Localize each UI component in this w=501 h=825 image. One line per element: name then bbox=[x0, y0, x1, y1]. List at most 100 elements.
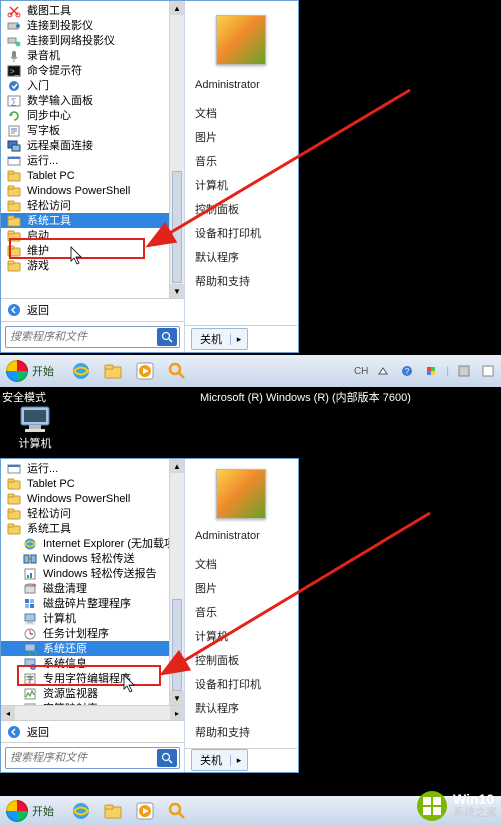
program-item[interactable]: 轻松访问 bbox=[1, 506, 184, 521]
ie-taskbar-icon[interactable] bbox=[68, 359, 94, 383]
folder-icon bbox=[7, 522, 21, 536]
program-item[interactable]: 系统还原 bbox=[1, 641, 184, 656]
scroll-right-icon[interactable]: ▸ bbox=[170, 706, 184, 720]
search-input[interactable] bbox=[8, 751, 157, 765]
program-item[interactable]: Windows 轻松传送报告 bbox=[1, 566, 184, 581]
right-panel-link[interactable]: 计算机 bbox=[185, 173, 297, 197]
right-panel-link[interactable]: 控制面板 bbox=[185, 197, 297, 221]
scrollbar-horizontal[interactable]: ◂ ▸ bbox=[1, 705, 184, 720]
tray-icon-generic2[interactable] bbox=[479, 362, 497, 380]
shutdown-button[interactable]: 关机 ▸ bbox=[191, 749, 248, 771]
program-item[interactable]: 计算机 bbox=[1, 611, 184, 626]
program-item[interactable]: 截图工具 bbox=[1, 3, 184, 18]
program-item[interactable]: 游戏 bbox=[1, 258, 184, 273]
program-item[interactable]: 字专用字符编辑程序 bbox=[1, 671, 184, 686]
program-item[interactable]: Internet Explorer (无加载项) bbox=[1, 536, 184, 551]
magnifier-taskbar-icon[interactable] bbox=[164, 359, 190, 383]
tray-flag-icon[interactable] bbox=[422, 362, 440, 380]
scroll-up-icon[interactable]: ▲ bbox=[170, 459, 184, 473]
program-item[interactable]: 入门 bbox=[1, 78, 184, 93]
program-item[interactable]: A字符映射表 bbox=[1, 701, 184, 705]
program-item[interactable]: 维护 bbox=[1, 243, 184, 258]
program-item[interactable]: 系统工具 bbox=[1, 213, 184, 228]
program-item-label: 运行... bbox=[27, 462, 58, 476]
shutdown-menu-arrow-icon[interactable]: ▸ bbox=[230, 334, 247, 345]
right-panel-link[interactable]: 控制面板 bbox=[185, 648, 297, 672]
program-item[interactable]: Tablet PC bbox=[1, 168, 184, 183]
program-item[interactable]: 磁盘碎片整理程序 bbox=[1, 596, 184, 611]
program-item[interactable]: 远程桌面连接 bbox=[1, 138, 184, 153]
right-panel-link[interactable]: 图片 bbox=[185, 125, 297, 149]
search-input[interactable] bbox=[8, 330, 157, 344]
ie-taskbar-icon[interactable] bbox=[68, 799, 94, 823]
start-button[interactable]: 开始 bbox=[4, 798, 62, 824]
right-panel-link[interactable]: 默认程序 bbox=[185, 696, 297, 720]
back-button[interactable]: 返回 bbox=[1, 720, 184, 742]
program-item[interactable]: >_命令提示符 bbox=[1, 63, 184, 78]
program-item[interactable]: Windows PowerShell bbox=[1, 491, 184, 506]
program-item[interactable]: 同步中心 bbox=[1, 108, 184, 123]
search-box[interactable] bbox=[5, 326, 180, 348]
right-panel-link[interactable]: 设备和打印机 bbox=[185, 672, 297, 696]
tray-help-icon[interactable]: ? bbox=[398, 362, 416, 380]
media-player-taskbar-icon[interactable] bbox=[132, 359, 158, 383]
program-item[interactable]: Tablet PC bbox=[1, 476, 184, 491]
right-panel-link[interactable]: 默认程序 bbox=[185, 245, 297, 269]
cleanup-icon bbox=[23, 582, 37, 596]
right-panel-link[interactable]: 音乐 bbox=[185, 149, 297, 173]
shutdown-button[interactable]: 关机 ▸ bbox=[191, 328, 248, 350]
scroll-left-icon[interactable]: ◂ bbox=[1, 706, 15, 720]
scroll-down-icon[interactable]: ▼ bbox=[170, 284, 184, 298]
scrollbar-vertical[interactable]: ▲ ▼ bbox=[169, 1, 184, 298]
right-panel-link[interactable]: 音乐 bbox=[185, 600, 297, 624]
right-panel-link[interactable]: 文档 bbox=[185, 552, 297, 576]
language-indicator[interactable]: CH bbox=[354, 366, 368, 377]
magnifier-taskbar-icon[interactable] bbox=[164, 799, 190, 823]
right-panel-link[interactable]: 帮助和支持 bbox=[185, 720, 297, 744]
desktop-computer-icon[interactable]: 计算机 bbox=[5, 403, 65, 451]
program-item[interactable]: 任务计划程序 bbox=[1, 626, 184, 641]
right-panel-link[interactable]: 文档 bbox=[185, 101, 297, 125]
program-item[interactable]: ∑数学输入面板 bbox=[1, 93, 184, 108]
program-item[interactable]: i系统信息 bbox=[1, 656, 184, 671]
program-item[interactable]: 运行... bbox=[1, 461, 184, 476]
right-panel-link[interactable]: 设备和打印机 bbox=[185, 221, 297, 245]
search-icon[interactable] bbox=[157, 328, 177, 346]
svg-text:?: ? bbox=[405, 367, 410, 376]
tray-triangle-icon[interactable] bbox=[374, 362, 392, 380]
start-menu-bottom: 运行...Tablet PCWindows PowerShell轻松访问系统工具… bbox=[0, 458, 299, 773]
right-panel-link[interactable]: 计算机 bbox=[185, 624, 297, 648]
start-button[interactable]: 开始 bbox=[4, 358, 62, 384]
scroll-up-icon[interactable]: ▲ bbox=[170, 1, 184, 15]
program-item[interactable]: 磁盘清理 bbox=[1, 581, 184, 596]
program-item[interactable]: 资源监视器 bbox=[1, 686, 184, 701]
explorer-taskbar-icon[interactable] bbox=[100, 799, 126, 823]
scroll-thumb[interactable] bbox=[172, 171, 182, 283]
program-item[interactable]: 录音机 bbox=[1, 48, 184, 63]
folder-icon bbox=[7, 214, 21, 228]
program-item[interactable]: 写字板 bbox=[1, 123, 184, 138]
program-item[interactable]: Windows 轻松传送 bbox=[1, 551, 184, 566]
program-item[interactable]: 连接到网络投影仪 bbox=[1, 33, 184, 48]
tray-icon-generic[interactable] bbox=[455, 362, 473, 380]
search-box[interactable] bbox=[5, 747, 180, 769]
scrollbar-vertical[interactable]: ▲ ▼ bbox=[169, 459, 184, 705]
program-item[interactable]: 启动 bbox=[1, 228, 184, 243]
media-player-taskbar-icon[interactable] bbox=[132, 799, 158, 823]
program-item[interactable]: 连接到投影仪 bbox=[1, 18, 184, 33]
search-icon[interactable] bbox=[157, 749, 177, 767]
scroll-thumb[interactable] bbox=[172, 599, 182, 691]
program-item[interactable]: 系统工具 bbox=[1, 521, 184, 536]
program-item-label: 截图工具 bbox=[27, 4, 71, 18]
right-panel-link[interactable]: 图片 bbox=[185, 576, 297, 600]
program-item[interactable]: 轻松访问 bbox=[1, 198, 184, 213]
tasksched-icon bbox=[23, 627, 37, 641]
scroll-down-icon[interactable]: ▼ bbox=[170, 691, 184, 705]
program-item-label: Windows 轻松传送 bbox=[43, 552, 135, 566]
back-button[interactable]: 返回 bbox=[1, 298, 184, 321]
right-panel-link[interactable]: 帮助和支持 bbox=[185, 269, 297, 293]
shutdown-menu-arrow-icon[interactable]: ▸ bbox=[230, 755, 247, 766]
program-item[interactable]: Windows PowerShell bbox=[1, 183, 184, 198]
program-item[interactable]: 运行... bbox=[1, 153, 184, 168]
explorer-taskbar-icon[interactable] bbox=[100, 359, 126, 383]
